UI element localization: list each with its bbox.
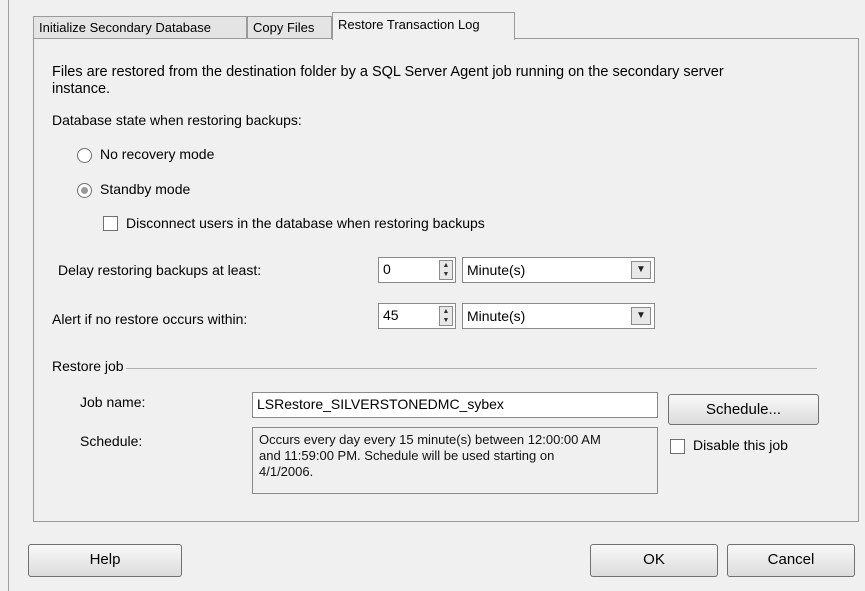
delay-unit-value: Minute(s)	[467, 262, 526, 278]
tab-label: Initialize Secondary Database	[39, 20, 211, 35]
schedule-description-line: and 11:59:00 PM. Schedule will be used s…	[259, 448, 555, 463]
alert-unit-dropdown-icon[interactable]: ▼	[631, 307, 651, 325]
tab-label: Copy Files	[253, 20, 315, 35]
help-button[interactable]: Help	[28, 544, 182, 577]
tab-label: Restore Transaction Log	[338, 17, 480, 32]
alert-unit-value: Minute(s)	[467, 308, 526, 324]
schedule-description-line: 4/1/2006.	[259, 464, 314, 479]
standby-label[interactable]: Standby mode	[100, 181, 190, 197]
alert-label: Alert if no restore occurs within:	[52, 311, 248, 327]
job-name-input[interactable]: LSRestore_SILVERSTONEDMC_sybex	[252, 392, 658, 418]
restore-job-group-line	[52, 368, 817, 369]
job-name-label: Job name:	[80, 394, 146, 410]
window-left-edge	[8, 0, 9, 591]
tab-copy-files[interactable]: Copy Files	[247, 16, 332, 39]
schedule-description: Occurs every day every 15 minute(s) betw…	[252, 427, 658, 494]
help-button-label: Help	[89, 551, 121, 568]
no-recovery-radio[interactable]	[77, 148, 92, 163]
delay-unit-select[interactable]: Minute(s)	[462, 257, 655, 283]
alert-spin-buttons[interactable]: ▲ ▼	[439, 306, 453, 326]
intro-text: Files are restored from the destination …	[52, 64, 724, 80]
job-name-value: LSRestore_SILVERSTONEDMC_sybex	[257, 396, 504, 412]
disconnect-users-checkbox[interactable]	[103, 216, 118, 231]
disable-job-checkbox[interactable]	[670, 439, 685, 454]
ok-button-label: OK	[643, 551, 665, 568]
alert-unit-select[interactable]: Minute(s)	[462, 303, 655, 329]
standby-radio[interactable]	[77, 183, 92, 198]
delay-label: Delay restoring backups at least:	[58, 262, 262, 278]
disable-job-label[interactable]: Disable this job	[693, 437, 788, 453]
cancel-button[interactable]: Cancel	[727, 544, 855, 577]
disconnect-users-label[interactable]: Disconnect users in the database when re…	[126, 215, 485, 231]
ok-button[interactable]: OK	[590, 544, 718, 577]
delay-unit-dropdown-icon[interactable]: ▼	[631, 261, 651, 279]
alert-value: 45	[383, 307, 399, 323]
no-recovery-label[interactable]: No recovery mode	[100, 146, 214, 162]
schedule-button-label: Schedule...	[705, 401, 782, 418]
restore-job-group-label: Restore job	[52, 358, 126, 374]
intro-text-continued: instance.	[52, 81, 111, 97]
delay-value: 0	[383, 261, 391, 277]
schedule-label: Schedule:	[80, 433, 143, 449]
schedule-description-line: Occurs every day every 15 minute(s) betw…	[259, 432, 601, 447]
schedule-button[interactable]: Schedule...	[668, 394, 819, 425]
tab-restore-transaction-log[interactable]: Restore Transaction Log	[332, 12, 515, 40]
tab-initialize-secondary-database[interactable]: Initialize Secondary Database	[33, 16, 247, 39]
cancel-button-label: Cancel	[767, 551, 815, 568]
delay-spin-buttons[interactable]: ▲ ▼	[439, 260, 453, 280]
db-state-label: Database state when restoring backups:	[52, 112, 302, 128]
